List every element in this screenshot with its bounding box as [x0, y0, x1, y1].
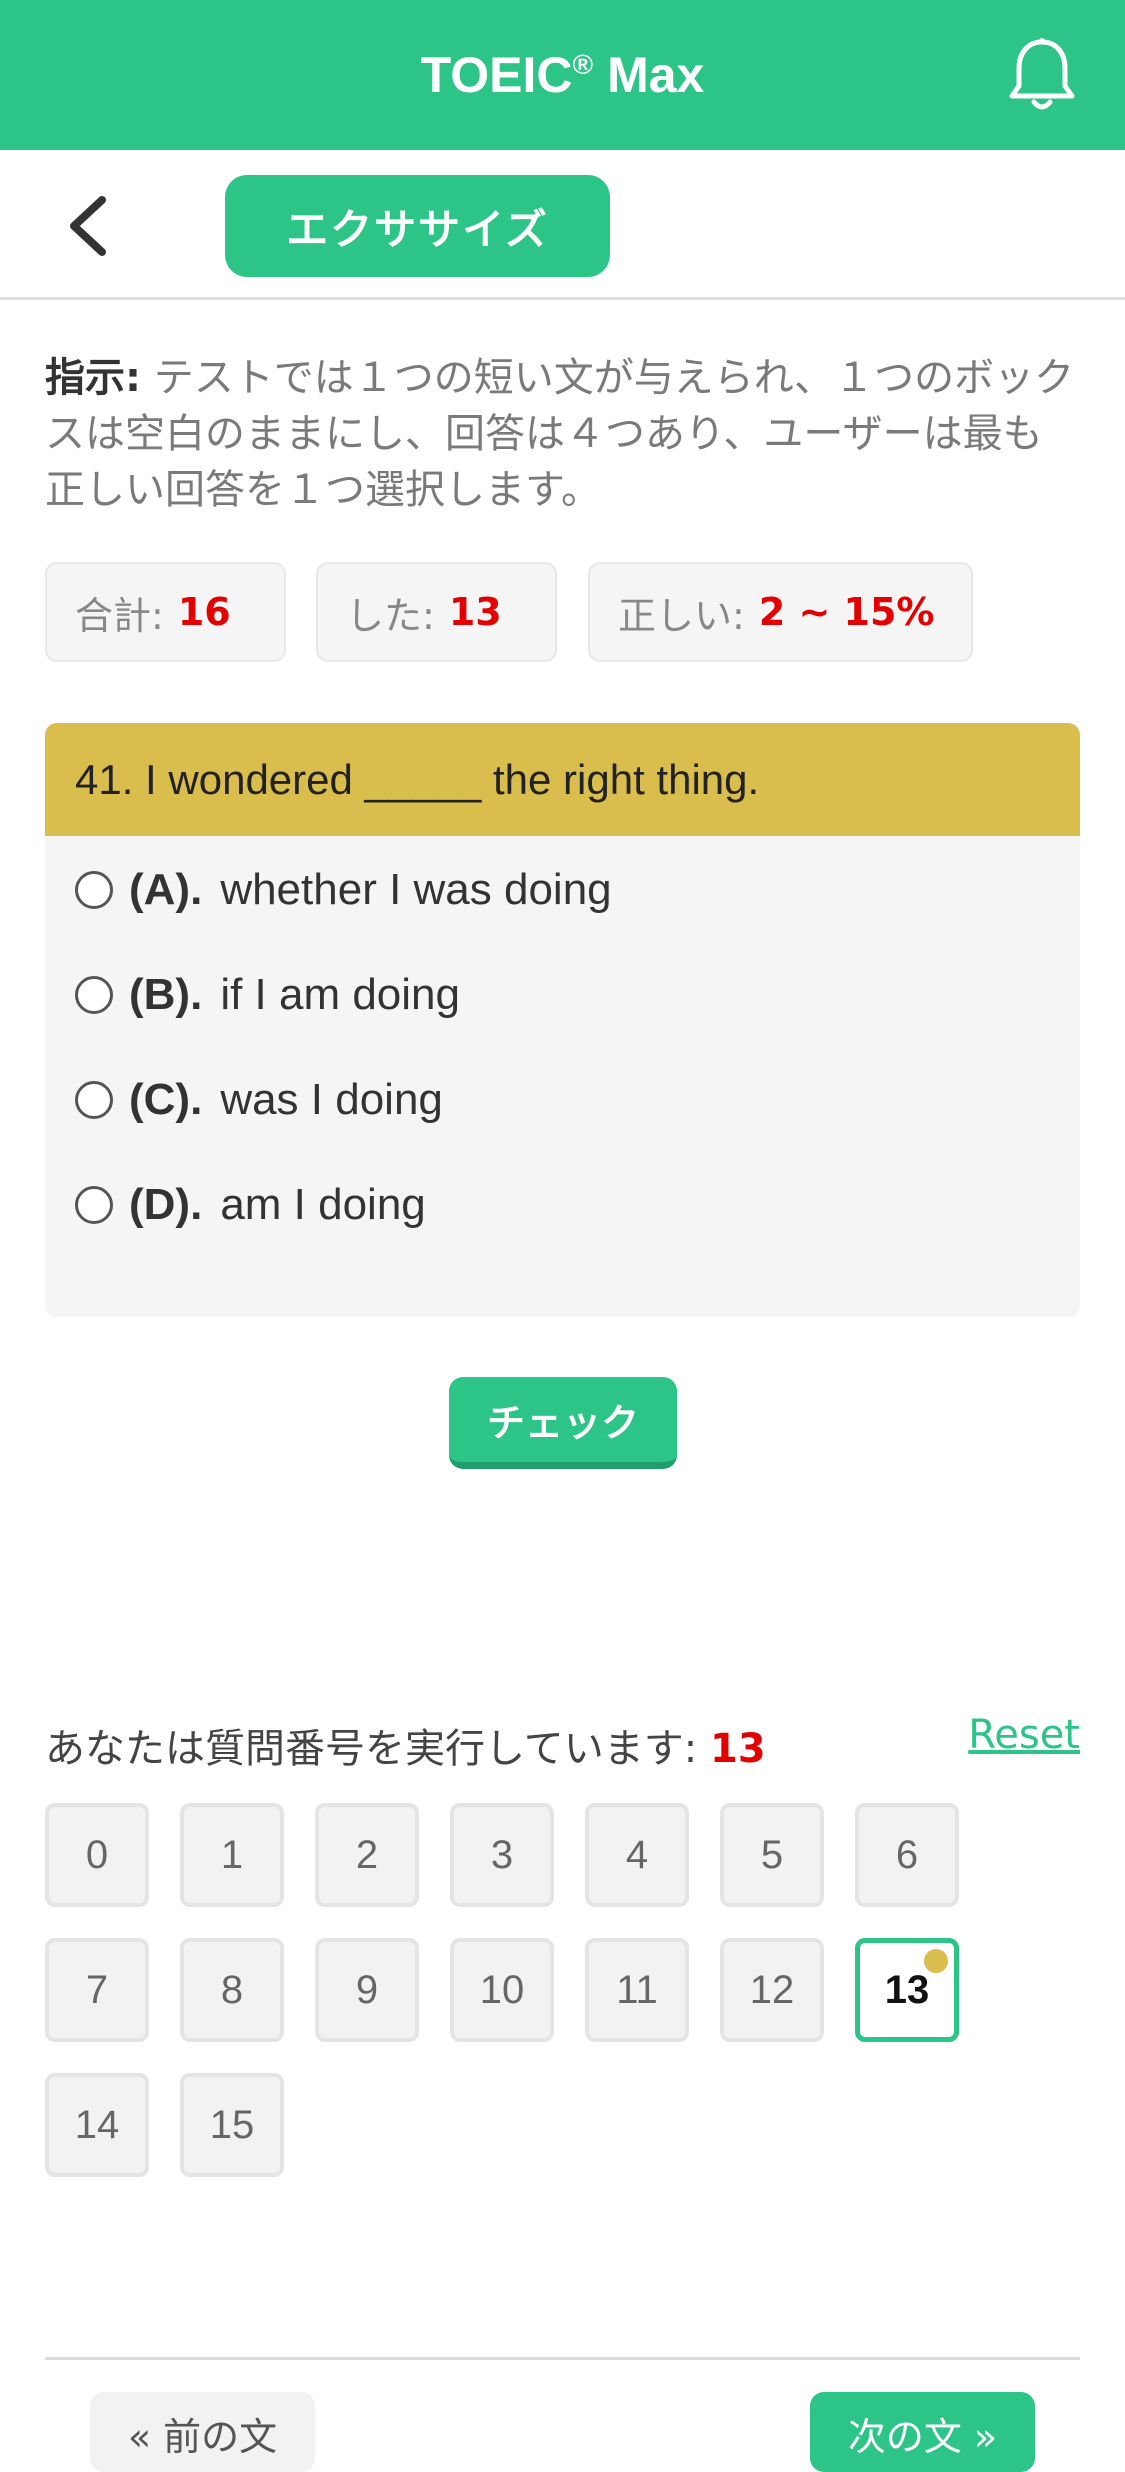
chevron-left-icon[interactable] [60, 194, 120, 258]
prev-sentence-button[interactable]: « 前の文 [90, 2392, 315, 2472]
radio-button[interactable] [75, 976, 113, 1014]
radio-button[interactable] [75, 871, 113, 909]
option-letter: (C). [129, 1075, 203, 1124]
question-number-button[interactable]: 2 [315, 1803, 419, 1907]
option-text: was I doing [220, 1075, 443, 1124]
app-title-suffix: Max [593, 47, 705, 103]
app-title: TOEIC® Max [421, 46, 705, 104]
question-number-button[interactable]: 9 [315, 1938, 419, 2042]
registered-mark: ® [572, 49, 594, 80]
question-number-button[interactable]: 1 [180, 1803, 284, 1907]
option-letter: (D). [129, 1180, 203, 1229]
stat-correct: 正しい: 2 ~ 15% [588, 562, 973, 662]
current-indicator-dot [924, 1949, 948, 1973]
stat-done-label: した: [346, 593, 435, 638]
stat-total-label: 合計: [75, 593, 164, 638]
app-header: TOEIC® Max [0, 0, 1125, 150]
option-c[interactable]: (C). was I doing [75, 1070, 443, 1130]
question-number-button[interactable]: 7 [45, 1938, 149, 2042]
option-b[interactable]: (B). if I am doing [75, 965, 460, 1025]
current-question-number: 13 [710, 1726, 766, 1772]
exercise-button[interactable]: エクササイズ [225, 175, 610, 277]
bell-icon[interactable] [1007, 36, 1077, 114]
question-text: 41. I wondered _____ the right thing. [45, 723, 1080, 836]
stat-total-value: 16 [177, 590, 231, 634]
question-number-button[interactable]: 5 [720, 1803, 824, 1907]
check-button[interactable]: チェック [449, 1377, 677, 1469]
option-letter: (A). [129, 865, 203, 914]
progress-label-text: あなたは質問番号を実行しています: [45, 1726, 698, 1772]
option-text: whether I was doing [220, 865, 612, 914]
radio-button[interactable] [75, 1081, 113, 1119]
stat-correct-value: 2 ~ 15% [758, 590, 935, 634]
option-d[interactable]: (D). am I doing [75, 1175, 426, 1235]
question-number-button[interactable]: 6 [855, 1803, 959, 1907]
question-number-button-current[interactable]: 13 [855, 1938, 959, 2042]
instructions: 指示: テストでは１つの短い文が与えられ、１つのボックスは空白のままにし、回答は… [45, 350, 1075, 518]
stat-total: 合計: 16 [45, 562, 286, 662]
option-a[interactable]: (A). whether I was doing [75, 860, 612, 920]
question-number-button[interactable]: 14 [45, 2073, 149, 2177]
instructions-text: テストでは１つの短い文が与えられ、１つのボックスは空白のままにし、回答は４つあり… [45, 355, 1075, 513]
question-number-button[interactable]: 15 [180, 2073, 284, 2177]
next-sentence-button[interactable]: 次の文 » [810, 2392, 1035, 2472]
question-number-button[interactable]: 12 [720, 1938, 824, 2042]
footer-divider [45, 2357, 1080, 2360]
option-text: am I doing [220, 1180, 426, 1229]
option-text: if I am doing [220, 970, 460, 1019]
stat-done: した: 13 [316, 562, 557, 662]
question-number-button[interactable]: 3 [450, 1803, 554, 1907]
question-number-button[interactable]: 10 [450, 1938, 554, 2042]
stat-correct-label: 正しい: [618, 593, 745, 638]
reset-link[interactable]: Reset [968, 1712, 1080, 1758]
instructions-label: 指示: [45, 355, 141, 401]
option-letter: (B). [129, 970, 203, 1019]
stat-done-value: 13 [448, 590, 502, 634]
question-number-button[interactable]: 8 [180, 1938, 284, 2042]
question-number-button[interactable]: 11 [585, 1938, 689, 2042]
app-title-text: TOEIC [420, 47, 573, 103]
question-number-label: 13 [884, 1967, 930, 2012]
question-card: 41. I wondered _____ the right thing. (A… [45, 723, 1080, 1317]
question-number-button[interactable]: 4 [585, 1803, 689, 1907]
nav-bar: エクササイズ [0, 150, 1125, 300]
question-number-button[interactable]: 0 [45, 1803, 149, 1907]
radio-button[interactable] [75, 1186, 113, 1224]
progress-label: あなたは質問番号を実行しています: 13 [45, 1716, 766, 1774]
